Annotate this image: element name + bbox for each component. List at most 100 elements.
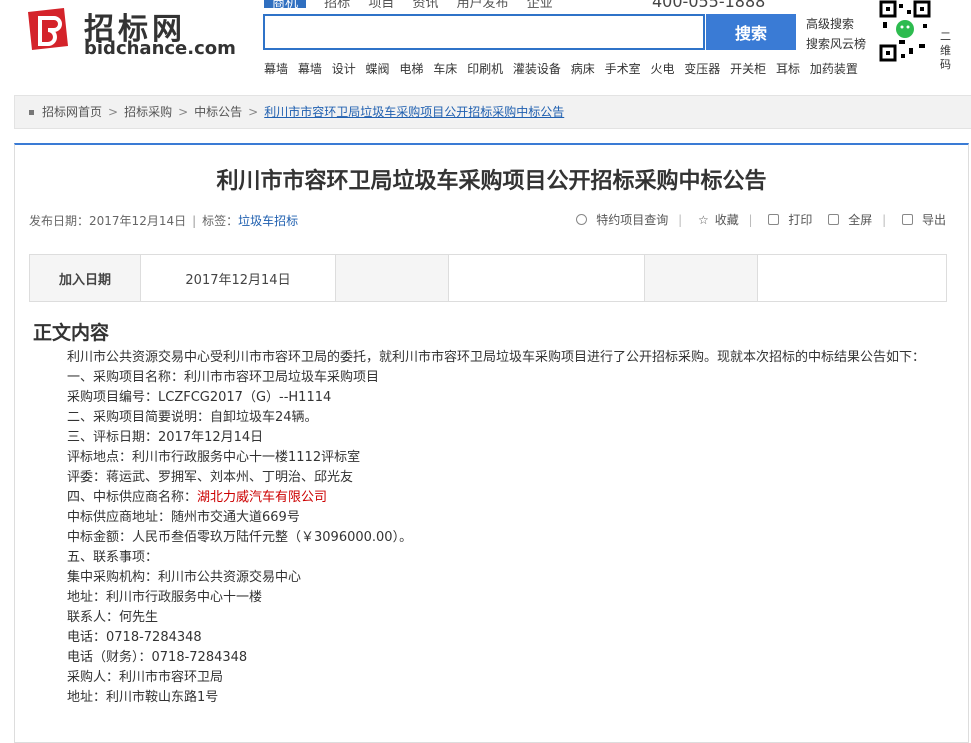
hot-keyword[interactable]: 开关柜 (730, 62, 766, 76)
print-button[interactable]: 打印 (762, 213, 812, 227)
fullscreen-icon (828, 214, 840, 225)
fullscreen-button[interactable]: 全屏 (822, 213, 872, 227)
intro-paragraph: 利川市公共资源交易中心受利川市市容环卫局的委托，就利川市市容环卫局垃圾车采购项目… (67, 350, 926, 365)
star-icon: ☆ (697, 213, 709, 227)
body-line: 联系人：何先生 (67, 610, 159, 625)
project-query-label: 特约项目查询 (596, 213, 669, 227)
export-button[interactable]: 导出 (896, 213, 946, 227)
logo-mark-icon (28, 8, 68, 50)
tag-link[interactable]: 垃圾车招标 (238, 214, 298, 228)
hot-keyword[interactable]: 病床 (571, 62, 595, 76)
search-links: 高级搜索 搜索风云榜 (806, 14, 866, 54)
breadcrumb: 招标网首页 > 招标采购 > 中标公告 > 利川市市容环卫局垃圾车采购项目公开招标采购中标公… (14, 95, 971, 129)
search-rank-link[interactable]: 搜索风云榜 (806, 34, 866, 54)
top-nav-item[interactable]: 企业 (527, 0, 553, 8)
favorite-button[interactable]: ☆ 收藏 (692, 213, 739, 227)
hot-keyword[interactable]: 蝶阀 (366, 62, 390, 76)
article-meta: 发布日期：2017年12月14日 | 标签：垃圾车招标 (29, 212, 298, 229)
top-nav-item[interactable]: 资讯 (412, 0, 438, 8)
top-nav-item[interactable]: 用户发布 (457, 0, 509, 8)
qr-code-icon (879, 0, 931, 64)
table-cell (757, 254, 947, 302)
article-tools: 特约项目查询 | ☆ 收藏 | 打印 全屏 | 导出 (564, 211, 946, 228)
table-cell (448, 254, 645, 302)
added-date-label: 加入日期 (29, 254, 141, 302)
hot-keyword[interactable]: 加药装置 (810, 62, 858, 76)
site-logo[interactable]: 招标网 bidchance.com (24, 6, 236, 59)
hot-keyword[interactable]: 车床 (433, 62, 457, 76)
search-button[interactable]: 搜索 (706, 14, 796, 50)
hot-keyword[interactable]: 灌装设备 (513, 62, 561, 76)
breadcrumb-separator: > (108, 105, 119, 119)
body-line: 采购人：利川市市容环卫局 (67, 670, 224, 685)
publish-date: 2017年12月14日 (89, 214, 187, 228)
breadcrumb-home[interactable]: 招标网首页 (42, 105, 102, 119)
body-line: 二、采购项目简要说明：自卸垃圾车24辆。 (67, 410, 318, 425)
hot-keyword[interactable]: 变压器 (684, 62, 720, 76)
body-line: 地址：利川市鞍山东路1号 (67, 690, 219, 705)
top-nav-item[interactable]: 商机 (264, 0, 307, 8)
tools-divider: | (678, 213, 683, 227)
qr-side-label: 二维码 (940, 30, 951, 71)
meta-divider: | (192, 214, 197, 228)
logo-text-en: bidchance.com (84, 38, 236, 59)
page-title: 利川市市容环卫局垃圾车采购项目公开招标采购中标公告 (216, 169, 767, 194)
export-label: 导出 (921, 213, 946, 227)
body-line: 集中采购机构：利川市公共资源交易中心 (67, 570, 302, 585)
body-line: 一、采购项目名称：利川市市容环卫局垃圾车采购项目 (67, 370, 380, 385)
body-line: 五、联系事项： (67, 550, 159, 565)
body-line: 电话：0718-7284348 (67, 630, 202, 645)
winner-name: 湖北力威汽车有限公司 (197, 490, 328, 505)
print-label: 打印 (788, 213, 813, 227)
top-nav-item[interactable]: 招标 (324, 0, 350, 8)
hot-keyword[interactable]: 电梯 (399, 62, 423, 76)
publish-label: 发布日期： (29, 214, 90, 228)
body-line: 地址：利川市行政服务中心十一楼 (67, 590, 263, 605)
table-row: 加入日期 2017年12月14日 (29, 254, 947, 302)
search-box (263, 14, 705, 50)
hot-keywords: 幕墙 幕墙 设计 蝶阀 电梯 车床 印刷机 灌装设备 病床 手术室 火电 变压器… (264, 60, 864, 77)
top-nav: 商机 招标 项目 资讯 用户发布 企业 (264, 0, 706, 8)
favorite-label: 收藏 (714, 213, 739, 227)
added-date-value: 2017年12月14日 (140, 254, 336, 302)
hot-keyword[interactable]: 耳标 (776, 62, 800, 76)
hot-keyword[interactable]: 手术室 (605, 62, 641, 76)
table-cell (335, 254, 449, 302)
top-nav-item[interactable]: 项目 (368, 0, 394, 8)
tools-divider: | (748, 213, 753, 227)
hot-keyword[interactable]: 幕墙 (298, 62, 322, 76)
hotline: 400-055-1888 (652, 0, 766, 11)
hot-keyword[interactable]: 幕墙 (264, 62, 288, 76)
winner-label: 四、中标供应商名称： (67, 490, 198, 505)
info-table: 加入日期 2017年12月14日 (29, 254, 947, 302)
body-line: 四、中标供应商名称：湖北力威汽车有限公司 (37, 488, 947, 508)
tag-label: 标签： (202, 214, 239, 228)
breadcrumb-item[interactable]: 中标公告 (194, 105, 242, 119)
search-icon (576, 214, 588, 225)
article-panel: 利川市市容环卫局垃圾车采购项目公开招标采购中标公告 发布日期：2017年12月1… (14, 143, 969, 743)
site-header: 招标网 bidchance.com 商机 招标 项目 资讯 用户发布 企业 40… (0, 0, 971, 90)
hot-keyword[interactable]: 印刷机 (467, 62, 503, 76)
export-icon (901, 214, 913, 225)
body-line: 评标地点：利川市行政服务中心十一楼1112评标室 (67, 450, 361, 465)
breadcrumb-separator: > (178, 105, 189, 119)
article-body: 利川市公共资源交易中心受利川市市容环卫局的委托，就利川市市容环卫局垃圾车采购项目… (37, 348, 947, 708)
body-line: 中标金额：人民币叁佰零玖万陆仟元整（￥3096000.00）。 (67, 530, 413, 545)
printer-icon (768, 214, 780, 225)
content-heading: 正文内容 (33, 322, 110, 344)
body-line: 电话（财务）：0718-7284348 (67, 650, 248, 665)
breadcrumb-separator: > (248, 105, 259, 119)
hot-keyword[interactable]: 火电 (650, 62, 674, 76)
hot-keyword[interactable]: 设计 (332, 62, 356, 76)
table-cell (644, 254, 758, 302)
search-input[interactable] (265, 16, 703, 48)
advanced-search-link[interactable]: 高级搜索 (806, 14, 866, 34)
breadcrumb-item[interactable]: 招标采购 (124, 105, 172, 119)
body-line: 评委：蒋运武、罗拥军、刘本州、丁明治、邱光友 (67, 470, 354, 485)
body-line: 三、评标日期：2017年12月14日 (67, 430, 264, 445)
tools-divider: | (882, 213, 887, 227)
breadcrumb-current[interactable]: 利川市市容环卫局垃圾车采购项目公开招标采购中标公告 (264, 105, 564, 119)
breadcrumb-marker-icon (29, 110, 34, 115)
body-line: 采购项目编号：LCZFCG2017（G）--H1114 (67, 390, 332, 405)
project-query-button[interactable]: 特约项目查询 (570, 213, 668, 227)
